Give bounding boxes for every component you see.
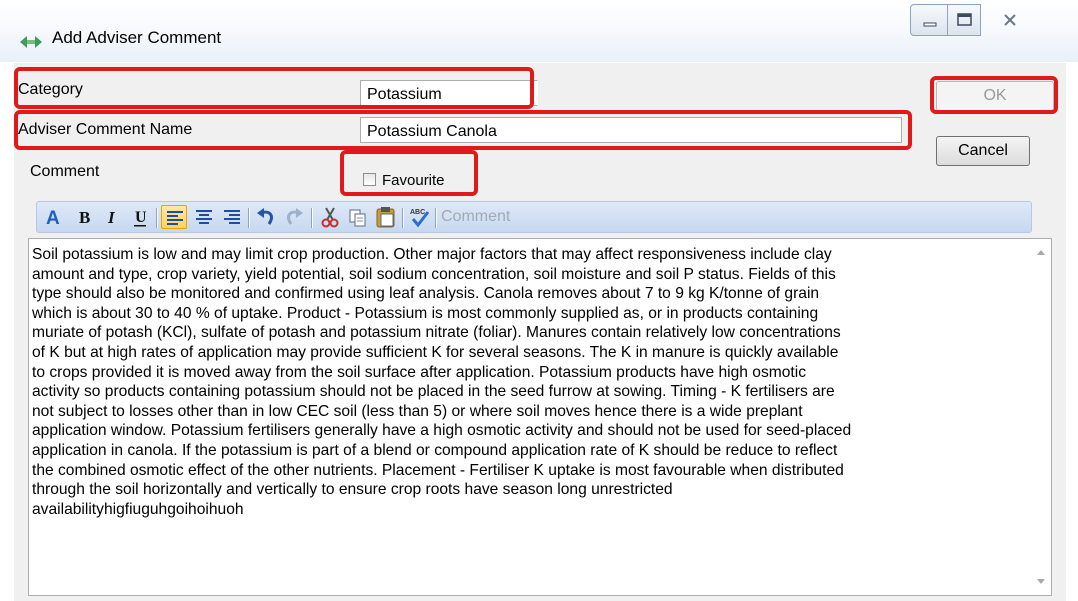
- align-center-icon: [196, 210, 212, 224]
- favourite-checkbox[interactable]: [363, 173, 376, 186]
- dialog-body: Category Potassium Adviser Comment Name …: [14, 63, 1066, 601]
- bold-icon: B: [79, 208, 90, 227]
- align-left-button[interactable]: [161, 205, 187, 229]
- cancel-button[interactable]: Cancel: [936, 136, 1030, 166]
- bold-button[interactable]: B: [71, 205, 97, 229]
- cut-button[interactable]: [317, 205, 343, 229]
- close-icon: [1004, 14, 1016, 26]
- toolbar-comment-label: Comment: [441, 208, 511, 225]
- copy-button[interactable]: [345, 205, 371, 229]
- redo-button[interactable]: [281, 205, 307, 229]
- spell-check-button[interactable]: ABC: [407, 205, 433, 229]
- toolbar-separator: [156, 208, 157, 228]
- category-label: Category: [18, 81, 83, 98]
- paste-button[interactable]: [373, 205, 399, 229]
- undo-button[interactable]: [253, 205, 279, 229]
- minimize-button[interactable]: [910, 4, 948, 36]
- window-title: Add Adviser Comment: [52, 28, 222, 47]
- svg-text:I: I: [107, 208, 116, 227]
- ok-button[interactable]: OK: [936, 81, 1054, 111]
- underline-icon: U: [134, 209, 147, 227]
- maximize-icon: [957, 13, 972, 26]
- adviser-comment-name-label: Adviser Comment Name: [18, 121, 193, 138]
- align-right-icon: [224, 210, 240, 224]
- app-icon: [20, 36, 42, 48]
- category-field[interactable]: Potassium: [360, 80, 538, 106]
- svg-text:B: B: [79, 208, 90, 227]
- paste-icon: [376, 207, 395, 228]
- align-center-button[interactable]: [191, 205, 217, 229]
- italic-icon: I: [107, 208, 116, 227]
- font-color-icon: A: [46, 208, 60, 229]
- svg-text:U: U: [135, 209, 147, 226]
- toolbar-separator: [435, 208, 436, 228]
- comment-label: Comment: [30, 163, 100, 180]
- spell-check-icon: ABC: [410, 209, 430, 228]
- favourite-label: Favourite: [382, 172, 445, 189]
- copy-icon: [349, 209, 366, 227]
- formatting-toolbar: A B I U ABC Comment: [36, 201, 1032, 233]
- minimize-icon: [923, 22, 937, 27]
- comment-text: Soil potassium is low and may limit crop…: [32, 246, 852, 518]
- comment-textarea[interactable]: Soil potassium is low and may limit crop…: [28, 238, 1052, 596]
- scroll-up-arrow-icon[interactable]: [1033, 245, 1049, 261]
- align-left-icon: [167, 211, 183, 225]
- maximize-button[interactable]: [947, 4, 981, 36]
- scroll-down-arrow-icon[interactable]: [1033, 573, 1049, 589]
- toolbar-separator: [248, 208, 249, 228]
- svg-text:ABC: ABC: [410, 209, 425, 216]
- close-button[interactable]: [980, 4, 1044, 36]
- toolbar-separator: [402, 208, 403, 228]
- underline-button[interactable]: U: [127, 205, 153, 229]
- undo-icon: [257, 208, 273, 225]
- font-color-button[interactable]: A: [41, 205, 67, 229]
- align-right-button[interactable]: [219, 205, 245, 229]
- cut-icon: [321, 207, 339, 228]
- toolbar-separator: [311, 208, 312, 228]
- redo-icon: [287, 208, 303, 225]
- italic-button[interactable]: I: [99, 205, 125, 229]
- title-bar: Add Adviser Comment: [0, 0, 1078, 62]
- svg-text:A: A: [46, 208, 60, 229]
- adviser-comment-name-field[interactable]: Potassium Canola: [360, 117, 902, 143]
